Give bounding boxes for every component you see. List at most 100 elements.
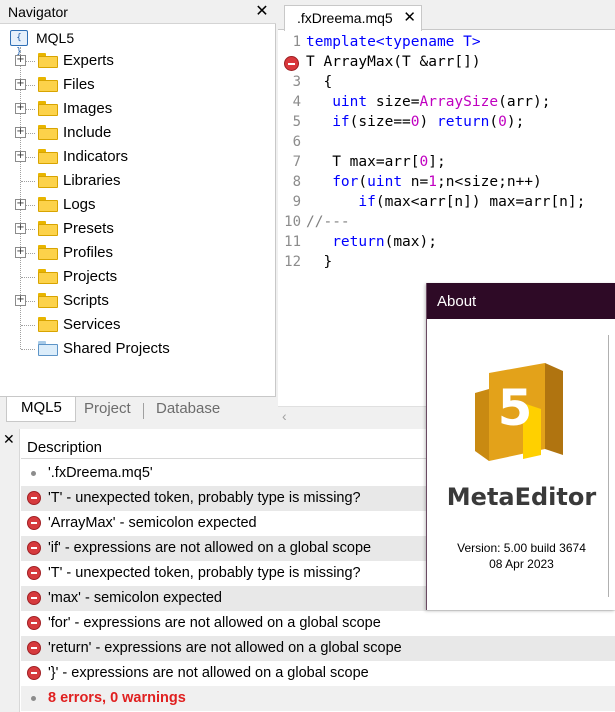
close-icon[interactable]: ✕ [254, 1, 270, 21]
folder-icon [38, 317, 58, 332]
expand-icon[interactable]: + [15, 55, 26, 66]
tree-item-projects[interactable]: Projects [0, 265, 270, 289]
tree-item-include[interactable]: + Include [0, 121, 270, 145]
tree-item-label: Scripts [63, 292, 109, 309]
tab-mql5[interactable]: MQL5 [6, 397, 76, 422]
code-text: } [306, 254, 332, 270]
tree-item-shared-projects[interactable]: Shared Projects [0, 337, 270, 361]
about-titlebar[interactable]: About [427, 283, 615, 319]
tree-item-experts[interactable]: + Experts [0, 49, 270, 73]
code-token: return [332, 234, 385, 250]
code-token: 1 [428, 174, 437, 190]
error-text: '.fxDreema.mq5' [48, 465, 153, 481]
tree-item-label: Presets [63, 220, 114, 237]
tab-separator [143, 403, 144, 419]
code-line: 11 return(max); [278, 234, 615, 254]
tree-item-logs[interactable]: + Logs [0, 193, 270, 217]
code-token: T ArrayMax(T &arr[]) [306, 54, 481, 70]
code-token: 0 [419, 154, 429, 170]
tree-root-label: MQL5 [36, 30, 75, 46]
info-dot-icon [31, 471, 36, 476]
expand-icon[interactable]: + [15, 247, 26, 258]
code-line: 6 [278, 134, 615, 154]
chevron-left-icon[interactable]: ‹ [282, 408, 287, 424]
close-icon[interactable]: ✕ [403, 8, 416, 26]
close-icon[interactable]: ✕ [3, 431, 15, 448]
code-token: (max); [384, 234, 437, 250]
error-text: '}' - expressions are not allowed on a g… [48, 665, 369, 681]
error-row[interactable]: 'return' - expressions are not allowed o… [21, 636, 615, 661]
expand-icon[interactable]: + [15, 199, 26, 210]
expand-icon[interactable]: + [15, 127, 26, 138]
error-text: 'for' - expressions are not allowed on a… [48, 615, 381, 631]
logo-left-face [475, 389, 489, 461]
tree-item-presets[interactable]: + Presets [0, 217, 270, 241]
tree-item-libraries[interactable]: Libraries [0, 169, 270, 193]
code-line: 9 if(max<arr[n]) max=arr[n]; [278, 194, 615, 214]
error-marker-icon[interactable] [284, 56, 299, 71]
error-icon [27, 566, 41, 580]
code-line: 7 T max=arr[0]; [278, 154, 615, 174]
code-token: ;n<size;n++) [437, 174, 542, 190]
error-icon [27, 641, 41, 655]
code-text: if(size==0) return(0); [306, 114, 524, 130]
code-token: ArraySize [419, 94, 499, 110]
code-text: T ArrayMax(T &arr[]) [306, 54, 481, 70]
navigator-panel: Navigator ✕ { } MQL5 + Experts + Files + Imag… [0, 0, 276, 427]
tree-item-label: Projects [63, 268, 118, 285]
tab-project[interactable]: Project [84, 400, 131, 417]
line-number: 6 [292, 134, 301, 150]
tree-item-services[interactable]: Services [0, 313, 270, 337]
error-text: 'ArrayMax' - semicolon expected [48, 515, 257, 531]
folder-icon [38, 269, 58, 284]
tab-database[interactable]: Database [156, 400, 220, 417]
tree-item-label: Libraries [63, 172, 121, 189]
tree-item-label: Services [63, 316, 121, 333]
about-dialog: About 5 MetaEditor Version: 5.00 build 3… [426, 283, 615, 610]
code-token: 0 [410, 114, 420, 130]
file-tab-label: .fxDreema.mq5 [297, 10, 393, 26]
file-tab[interactable]: .fxDreema.mq5 ✕ [284, 5, 422, 31]
error-row[interactable]: 'for' - expressions are not allowed on a… [21, 611, 615, 636]
build-date: 08 Apr 2023 [489, 557, 554, 571]
folder-icon [38, 293, 58, 308]
tree-item-label: Shared Projects [63, 340, 170, 357]
code-token: { [306, 74, 333, 90]
code-token: 0 [498, 114, 507, 130]
expand-icon[interactable]: + [15, 151, 26, 162]
line-number: 9 [292, 194, 301, 210]
error-row[interactable]: '}' - expressions are not allowed on a g… [21, 661, 615, 686]
navigator-title: Navigator [8, 4, 68, 20]
error-icon [27, 541, 41, 555]
tree-item-label: Indicators [63, 148, 129, 165]
code-line: T ArrayMax(T &arr[]) [278, 54, 615, 74]
code-token: if [358, 194, 376, 210]
code-text: if(max<arr[n]) max=arr[n]; [306, 194, 585, 210]
logo-digit: 5 [498, 379, 533, 437]
tree-root-mql5[interactable]: { } MQL5 [10, 27, 75, 57]
error-text: 'max' - semicolon expected [48, 590, 222, 606]
tree-item-scripts[interactable]: + Scripts [0, 289, 270, 313]
tree-item-images[interactable]: + Images [0, 97, 270, 121]
code-token: (arr); [498, 94, 551, 110]
tree-item-label: Images [63, 100, 113, 117]
expand-icon[interactable]: + [15, 295, 26, 306]
error-text: 'T' - unexpected token, probably type is… [48, 490, 361, 506]
code-line: 1 template<typename T> [278, 34, 615, 54]
code-token: uint [332, 94, 368, 110]
error-summary-row[interactable]: 8 errors, 0 warnings [21, 686, 615, 711]
folder-icon [38, 197, 58, 212]
tree-item-files[interactable]: + Files [0, 73, 270, 97]
code-token: (max<arr[n]) max=arr[n]; [375, 194, 586, 210]
expand-icon[interactable]: + [15, 103, 26, 114]
folder-icon [38, 173, 58, 188]
error-summary-text: 8 errors, 0 warnings [48, 690, 186, 706]
expand-icon[interactable]: + [15, 223, 26, 234]
tree-item-indicators[interactable]: + Indicators [0, 145, 270, 169]
error-text: 'if' - expressions are not allowed on a … [48, 540, 372, 556]
tree-item-profiles[interactable]: + Profiles [0, 241, 270, 265]
expand-icon[interactable]: + [15, 79, 26, 90]
